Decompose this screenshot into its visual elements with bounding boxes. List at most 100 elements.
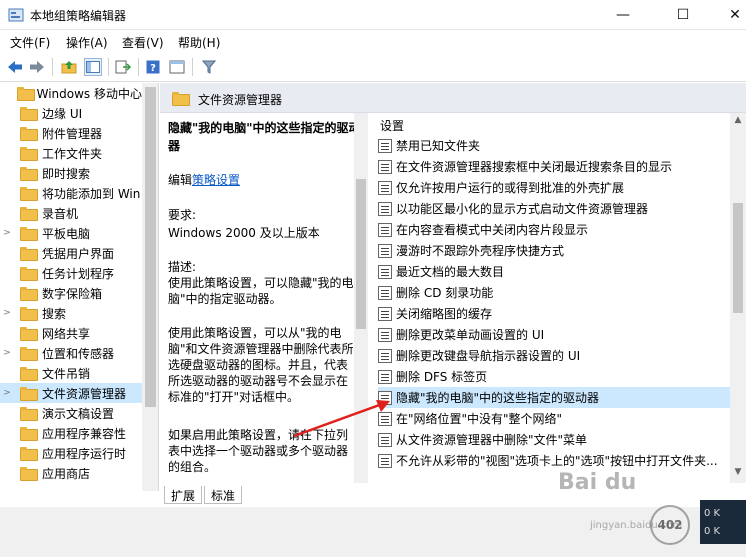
policy-setting-icon	[378, 264, 392, 279]
tree-item[interactable]: 即时搜索	[0, 163, 142, 183]
details-pane: 文件资源管理器 隐藏"我的电脑"中的这些指定的驱动器 编辑策略设置 要求: Wi…	[160, 83, 746, 491]
list-item[interactable]: 删除更改菜单动画设置的 UI	[378, 324, 734, 345]
list-item[interactable]: 删除 CD 刻录功能	[378, 282, 734, 303]
tree-item[interactable]: 应用程序运行时	[0, 443, 142, 463]
chevron-right-icon[interactable]: >	[0, 308, 14, 318]
settings-column-header[interactable]: 设置	[380, 117, 404, 134]
maximize-button[interactable]: ☐	[660, 0, 706, 30]
description-paragraph-1: 使用此策略设置，可以隐藏"我的电脑"中的指定驱动器。	[168, 276, 354, 306]
folder-icon	[20, 467, 38, 481]
folder-icon	[20, 147, 38, 161]
folder-icon	[20, 327, 38, 341]
edit-policy-link[interactable]: 策略设置	[192, 173, 240, 187]
tree-scrollbar[interactable]	[142, 83, 158, 491]
list-item[interactable]: 最近文档的最大数目	[378, 261, 734, 282]
list-item[interactable]: 漫游时不跟踪外壳程序快捷方式	[378, 240, 734, 261]
folder-icon	[20, 267, 38, 281]
chevron-right-icon[interactable]: >	[0, 348, 14, 358]
download-speed: 0 K	[704, 526, 721, 537]
list-item[interactable]: 仅允许按用户运行的或得到批准的外壳扩展	[378, 177, 734, 198]
folder-icon	[20, 407, 38, 421]
details-header: 文件资源管理器	[160, 83, 746, 113]
tree-item[interactable]: 应用程序兼容性	[0, 423, 142, 443]
tree-item[interactable]: 任务计划程序	[0, 263, 142, 283]
tree-item[interactable]: 应用商店	[0, 463, 142, 483]
chevron-right-icon[interactable]: >	[0, 228, 14, 238]
show-tree-icon[interactable]	[84, 58, 102, 76]
filter-icon[interactable]	[200, 58, 218, 76]
svg-text:?: ?	[150, 63, 156, 74]
list-item[interactable]: 从文件资源管理器中删除"文件"菜单	[378, 429, 734, 450]
tree-item[interactable]: > 搜索	[0, 303, 142, 323]
scroll-down-icon[interactable]: ▼	[732, 467, 744, 479]
help-icon[interactable]: ?	[144, 58, 162, 76]
policy-setting-icon	[378, 180, 392, 195]
back-arrow-icon[interactable]	[6, 58, 24, 76]
forward-arrow-icon[interactable]	[28, 58, 46, 76]
properties-icon[interactable]	[168, 58, 186, 76]
status-area	[0, 507, 746, 557]
scroll-up-icon[interactable]: ▲	[732, 115, 744, 127]
description-scroll-thumb[interactable]	[356, 179, 366, 329]
tree-item[interactable]: Windows 移动中心	[0, 83, 142, 103]
tab-standard[interactable]: 标准	[204, 486, 243, 504]
list-item[interactable]: 以功能区最小化的显示方式启动文件资源管理器	[378, 198, 734, 219]
folder-icon	[17, 87, 36, 101]
policy-setting-icon	[378, 369, 392, 384]
tree-item[interactable]: 边缘 UI	[0, 103, 142, 123]
tree-item[interactable]: 录音机	[0, 203, 142, 223]
menu-bar: 文件(F) 操作(A) 查看(V) 帮助(H)	[0, 30, 746, 52]
chevron-right-icon[interactable]: >	[0, 388, 14, 398]
tree-item[interactable]: > 位置和传感器	[0, 343, 142, 363]
tree-item[interactable]: 演示文稿设置	[0, 403, 142, 423]
tree-item[interactable]: 工作文件夹	[0, 143, 142, 163]
tree-scroll-thumb[interactable]	[145, 87, 156, 407]
tab-extended[interactable]: 扩展	[164, 486, 203, 504]
folder-icon	[20, 127, 38, 141]
list-item-selected[interactable]: 隐藏"我的电脑"中的这些指定的驱动器	[378, 387, 734, 408]
list-item[interactable]: 在内容查看模式中关闭内容片段显示	[378, 219, 734, 240]
up-folder-icon[interactable]	[60, 58, 78, 76]
list-item[interactable]: 不允许从彩带的"视图"选项卡上的"选项"按钮中打开文件夹...	[378, 450, 734, 471]
folder-icon	[20, 227, 38, 241]
tree-item[interactable]: 将功能添加到 Win	[0, 183, 142, 203]
list-item[interactable]: 删除 DFS 标签页	[378, 366, 734, 387]
menu-help[interactable]: 帮助(H)	[178, 34, 220, 51]
tree-item[interactable]: 数字保险箱	[0, 283, 142, 303]
baidu-watermark: Bai du	[558, 470, 637, 495]
menu-file[interactable]: 文件(F)	[10, 34, 50, 51]
folder-icon	[20, 427, 38, 441]
tree-item[interactable]: 网络共享	[0, 323, 142, 343]
menu-view[interactable]: 查看(V)	[122, 34, 164, 51]
policy-setting-icon	[378, 306, 392, 321]
settings-scroll-thumb[interactable]	[733, 203, 743, 313]
settings-list: 设置 禁用已知文件夹 在文件资源管理器搜索框中关闭最近搜索条目的显示 仅允许按用…	[370, 113, 746, 483]
list-item[interactable]: 在文件资源管理器搜索框中关闭最近搜索条目的显示	[378, 156, 734, 177]
list-item[interactable]: 关闭缩略图的缓存	[378, 303, 734, 324]
policy-setting-icon	[378, 327, 392, 342]
network-speed-widget: 0 K 0 K	[700, 500, 746, 544]
settings-scrollbar[interactable]: ▲ ▼	[730, 113, 746, 483]
tree-item[interactable]: 文件吊销	[0, 363, 142, 383]
tree-item[interactable]: > 平板电脑	[0, 223, 142, 243]
tree-item-file-explorer[interactable]: > 文件资源管理器	[0, 383, 142, 403]
tree-item[interactable]: 附件管理器	[0, 123, 142, 143]
list-item[interactable]: 删除更改键盘导航指示器设置的 UI	[378, 345, 734, 366]
policy-setting-icon	[378, 222, 392, 237]
folder-icon	[20, 167, 38, 181]
export-list-icon[interactable]	[114, 58, 132, 76]
menu-action[interactable]: 操作(A)	[66, 34, 108, 51]
policy-setting-icon	[378, 453, 392, 468]
edit-policy-line: 编辑策略设置	[168, 173, 241, 187]
list-item[interactable]: 在"网络位置"中没有"整个网络"	[378, 408, 734, 429]
tree-item[interactable]: 凭据用户界面	[0, 243, 142, 263]
policy-setting-icon	[378, 285, 392, 300]
policy-editor-icon	[8, 8, 24, 22]
list-item[interactable]: 禁用已知文件夹	[378, 135, 734, 156]
close-button[interactable]: ✕	[712, 0, 746, 30]
policy-title: 隐藏"我的电脑"中的这些指定的驱动器	[168, 121, 361, 153]
minimize-button[interactable]: —	[600, 0, 646, 30]
watermark-badge: 402	[650, 505, 690, 545]
policy-setting-icon	[378, 348, 392, 363]
window-title: 本地组策略编辑器	[30, 9, 127, 23]
